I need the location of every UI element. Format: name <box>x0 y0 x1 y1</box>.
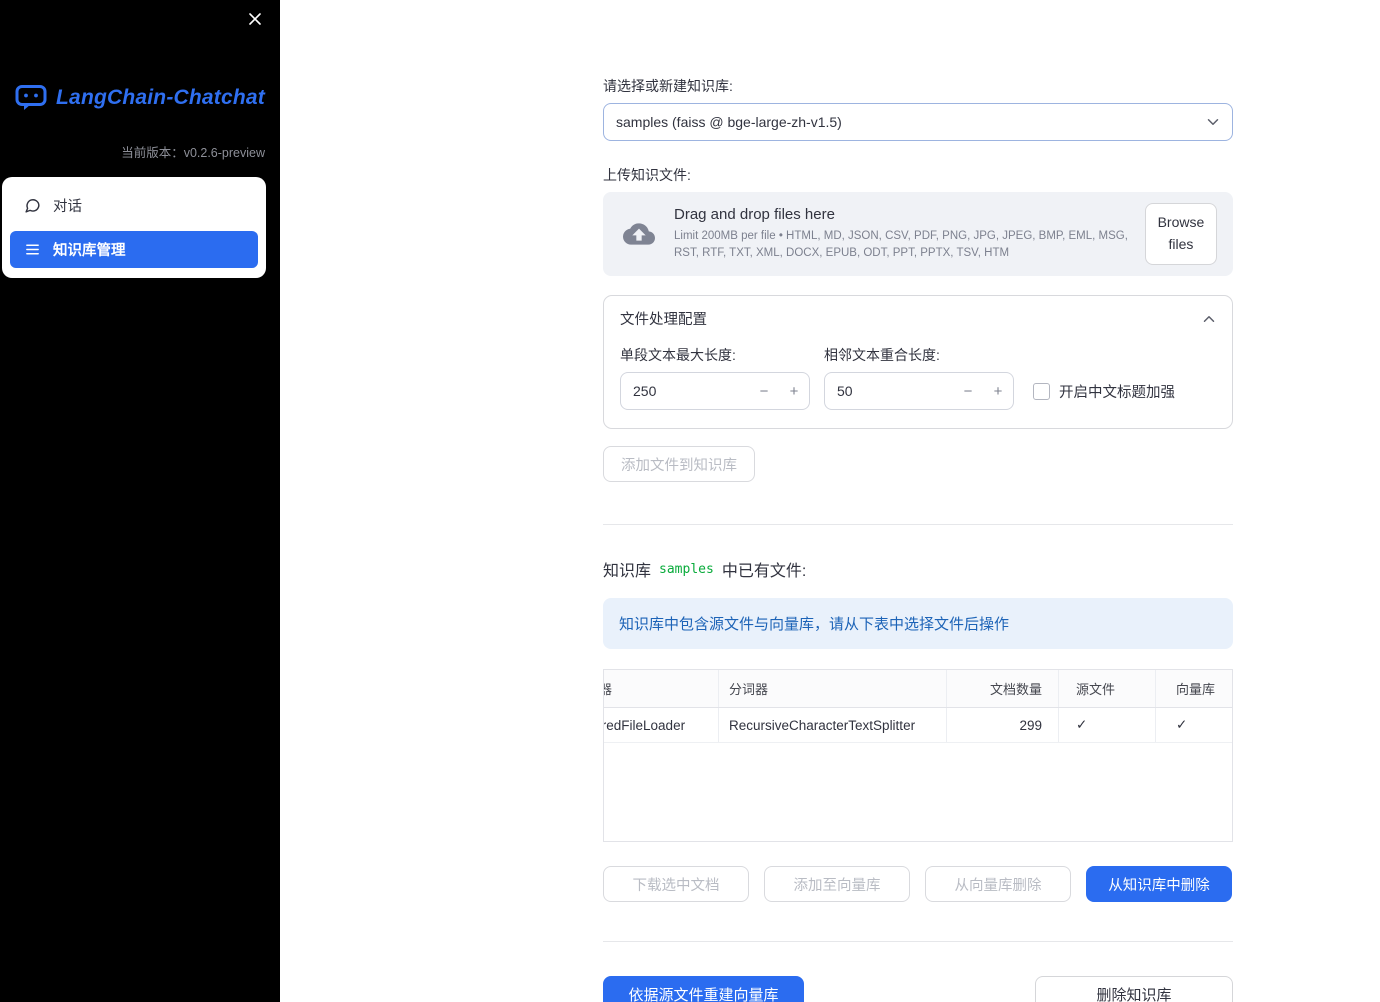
chunk-size-input[interactable]: 250 − + <box>620 372 810 410</box>
existing-files-suffix: 中已有文件: <box>721 563 807 580</box>
overlap-size-value: 50 <box>837 383 853 399</box>
column-header-splitter[interactable]: 分词器 <box>719 670 947 707</box>
chunk-size-label: 单段文本最大长度: <box>620 347 736 363</box>
chevron-up-icon <box>1200 310 1218 328</box>
cell-loader[interactable]: UnstructuredFileLoader <box>604 708 719 742</box>
sidebar-item-knowledge-base[interactable]: 知识库管理 <box>10 231 258 268</box>
column-header-doc-count[interactable]: 文档数量 <box>947 670 1059 707</box>
version-value: v0.2.6-preview <box>183 146 265 160</box>
delete-from-kb-button[interactable]: 从知识库中删除 <box>1086 866 1232 902</box>
existing-files-prefix: 知识库 <box>603 563 652 580</box>
kb-select[interactable]: samples (faiss @ bge-large-zh-v1.5) <box>603 103 1233 141</box>
rebuild-vector-store-button[interactable]: 依据源文件重建向量库 <box>603 976 804 1002</box>
remove-from-vector-store-button[interactable]: 从向量库删除 <box>925 866 1071 902</box>
chat-logo-icon <box>15 84 47 112</box>
chunk-size-value: 250 <box>633 383 657 399</box>
sidebar-item-dialogue[interactable]: 对话 <box>10 187 258 224</box>
version-label: 当前版本： <box>121 146 184 160</box>
expander-title: 文件处理配置 <box>620 312 707 328</box>
expander-body: 单段文本最大长度: 250 − + 相邻文本重合长度: 50 − + 开启中文标… <box>604 339 1232 428</box>
upload-label: 上传知识文件: <box>603 167 691 183</box>
chevron-down-icon <box>1204 113 1222 131</box>
dropzone-limit-text: Limit 200MB per file • HTML, MD, JSON, C… <box>674 230 1128 259</box>
sidebar: LangChain-Chatchat 当前版本：v0.2.6-preview 对… <box>0 0 280 1002</box>
info-alert: 知识库中包含源文件与向量库，请从下表中选择文件后操作 <box>603 598 1233 649</box>
column-header-vector-store[interactable]: 向量库 <box>1156 670 1232 707</box>
overlap-size-minus-button[interactable]: − <box>953 373 983 409</box>
add-to-vector-store-button[interactable]: 添加至向量库 <box>764 866 910 902</box>
app-logo: LangChain-Chatchat <box>0 84 280 112</box>
knowledge-base-icon <box>24 241 41 258</box>
zh-title-enhance-label: 开启中文标题加强 <box>1059 384 1175 401</box>
chunk-size-minus-button[interactable]: − <box>749 373 779 409</box>
close-icon <box>248 12 262 26</box>
existing-files-line: 知识库 samples 中已有文件: <box>603 557 1233 581</box>
content-column: 请选择或新建知识库: samples (faiss @ bge-large-zh… <box>603 0 1233 1002</box>
cell-splitter[interactable]: RecursiveCharacterTextSplitter <box>719 708 947 742</box>
expander-header[interactable]: 文件处理配置 <box>604 296 1232 339</box>
chat-bubble-icon <box>24 197 41 214</box>
download-selected-button[interactable]: 下载选中文档 <box>603 866 749 902</box>
overlap-size-field: 相邻文本重合长度: 50 − + <box>824 345 1014 410</box>
kb-select-value: samples (faiss @ bge-large-zh-v1.5) <box>616 114 842 130</box>
logo-text: LangChain-Chatchat <box>56 86 265 109</box>
column-header-loader[interactable]: 文档加载器 <box>604 670 719 707</box>
sidebar-close-button[interactable] <box>244 8 266 30</box>
browse-files-button[interactable]: Browse files <box>1144 203 1217 265</box>
cell-source-file-check[interactable]: ✓ <box>1059 708 1156 742</box>
table-header-row: 文档加载器 分词器 文档数量 源文件 向量库 <box>604 670 1232 708</box>
file-config-expander: 文件处理配置 单段文本最大长度: 250 − + 相邻文本重合长度: 50 − … <box>603 295 1233 429</box>
checkmark-icon: ✓ <box>1176 717 1188 732</box>
file-actions-row: 下载选中文档 添加至向量库 从向量库删除 从知识库中删除 <box>603 866 1233 902</box>
app-root: LangChain-Chatchat 当前版本：v0.2.6-preview 对… <box>0 0 1380 1002</box>
divider <box>603 941 1233 942</box>
kb-select-label: 请选择或新建知识库: <box>603 78 733 94</box>
delete-kb-button[interactable]: 删除知识库 <box>1035 976 1233 1002</box>
divider <box>603 524 1233 525</box>
main-content: 请选择或新建知识库: samples (faiss @ bge-large-zh… <box>280 0 1380 1002</box>
dropzone-title: Drag and drop files here <box>674 206 835 224</box>
sidebar-item-label: 知识库管理 <box>53 243 126 259</box>
chunk-size-plus-button[interactable]: + <box>779 373 809 409</box>
dropzone-text-block: Drag and drop files here Limit 200MB per… <box>674 206 1130 261</box>
checkmark-icon: ✓ <box>1076 717 1088 732</box>
zh-title-enhance-checkbox[interactable]: 开启中文标题加强 <box>1033 372 1175 410</box>
chunk-size-field: 单段文本最大长度: 250 − + <box>620 345 810 410</box>
files-table[interactable]: 文档加载器 分词器 文档数量 源文件 向量库 UnstructuredFileL… <box>603 669 1233 842</box>
checkbox-unchecked-icon <box>1033 382 1050 400</box>
sidebar-item-label: 对话 <box>53 199 82 215</box>
cell-vector-store-check[interactable]: ✓ <box>1156 708 1232 742</box>
column-header-source-file[interactable]: 源文件 <box>1059 670 1156 707</box>
kb-name-code: samples <box>659 561 714 577</box>
file-dropzone[interactable]: Drag and drop files here Limit 200MB per… <box>603 192 1233 276</box>
overlap-size-input[interactable]: 50 − + <box>824 372 1014 410</box>
info-alert-text: 知识库中包含源文件与向量库，请从下表中选择文件后操作 <box>619 616 1010 633</box>
overlap-size-label: 相邻文本重合长度: <box>824 347 940 363</box>
cloud-upload-icon <box>619 218 659 250</box>
sidebar-menu: 对话 知识库管理 <box>2 177 266 278</box>
overlap-size-plus-button[interactable]: + <box>983 373 1013 409</box>
cell-doc-count[interactable]: 299 <box>947 708 1059 742</box>
table-row[interactable]: UnstructuredFileLoader RecursiveCharacte… <box>604 708 1232 743</box>
kb-actions-row: 依据源文件重建向量库 删除知识库 <box>603 976 1233 1002</box>
version-text: 当前版本：v0.2.6-preview <box>0 142 280 161</box>
add-files-to-kb-button[interactable]: 添加文件到知识库 <box>603 446 755 482</box>
